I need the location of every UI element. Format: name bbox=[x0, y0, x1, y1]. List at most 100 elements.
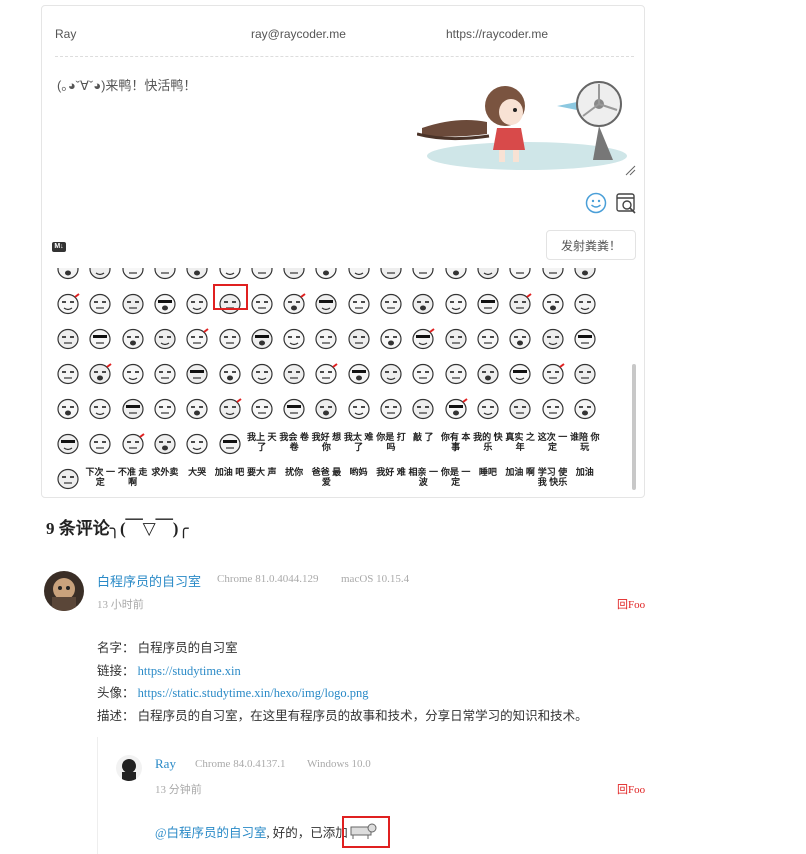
comment-textarea[interactable]: (｡◕ˇ∀ˇ◕)来鸭！快活鸭！ bbox=[57, 75, 196, 94]
emoji-text-sticker[interactable]: 爸爸 最爱 bbox=[311, 467, 342, 491]
emoji-face-icon[interactable] bbox=[410, 363, 436, 385]
resize-handle-icon[interactable] bbox=[624, 164, 636, 176]
logo-link[interactable]: https://static.studytime.xin/hexo/img/lo… bbox=[138, 686, 369, 700]
emoji-face-icon[interactable] bbox=[217, 328, 243, 350]
emoji-face-icon[interactable] bbox=[87, 363, 113, 385]
emoji-text-sticker[interactable]: 哟妈 bbox=[344, 467, 374, 491]
emoji-face-icon[interactable] bbox=[281, 398, 307, 420]
emoji-face-icon[interactable] bbox=[507, 268, 533, 280]
emoji-face-icon[interactable] bbox=[55, 433, 81, 455]
emoji-face-icon[interactable] bbox=[410, 328, 436, 350]
emoji-face-icon[interactable] bbox=[281, 268, 307, 280]
emoji-face-icon[interactable] bbox=[346, 268, 372, 280]
emoji-face-icon[interactable] bbox=[410, 293, 436, 315]
emoji-face-icon[interactable] bbox=[313, 293, 339, 315]
emoji-face-icon[interactable] bbox=[120, 328, 146, 350]
email-input[interactable] bbox=[251, 20, 431, 48]
emoji-face-icon[interactable] bbox=[184, 398, 210, 420]
emoji-text-sticker[interactable]: 我好 想你 bbox=[311, 432, 342, 456]
emoji-face-icon[interactable] bbox=[87, 398, 113, 420]
mention-link[interactable]: @白程序员的自习室 bbox=[155, 826, 267, 840]
emoji-face-icon[interactable] bbox=[120, 293, 146, 315]
emoji-face-icon[interactable] bbox=[507, 328, 533, 350]
emoji-face-icon[interactable] bbox=[249, 328, 275, 350]
emoji-face-icon[interactable] bbox=[249, 363, 275, 385]
emoji-text-sticker[interactable]: 我的 快乐 bbox=[473, 432, 503, 456]
emoji-face-icon[interactable] bbox=[443, 268, 469, 280]
emoji-face-icon[interactable] bbox=[378, 363, 404, 385]
emoji-text-sticker[interactable]: 我上 天了 bbox=[247, 432, 277, 456]
emoji-text-sticker[interactable]: 你是 一定 bbox=[441, 467, 471, 491]
emoji-text-sticker[interactable]: 谁陪 你玩 bbox=[570, 432, 600, 456]
emoji-face-icon[interactable] bbox=[572, 363, 598, 385]
emoji-text-sticker[interactable]: 加油 吧 bbox=[215, 467, 245, 491]
emoji-picker-icon[interactable] bbox=[585, 192, 607, 214]
emoji-face-icon[interactable] bbox=[378, 328, 404, 350]
emoji-text-sticker[interactable]: 要大 声 bbox=[247, 467, 277, 491]
emoji-face-icon[interactable] bbox=[378, 293, 404, 315]
emoji-face-icon[interactable] bbox=[443, 328, 469, 350]
emoji-text-sticker[interactable]: 扰你 bbox=[279, 467, 309, 491]
emoji-text-sticker[interactable]: 我太 难了 bbox=[344, 432, 374, 456]
emoji-face-icon[interactable] bbox=[217, 433, 243, 455]
emoji-face-icon[interactable] bbox=[249, 293, 275, 315]
emoji-text-sticker[interactable]: 我会 卷卷 bbox=[279, 432, 309, 456]
emoji-face-icon[interactable] bbox=[313, 398, 339, 420]
emoji-face-icon[interactable] bbox=[475, 293, 501, 315]
reply-button[interactable]: 回Foo bbox=[617, 781, 645, 797]
emoji-face-icon[interactable] bbox=[475, 328, 501, 350]
emoji-face-icon[interactable] bbox=[120, 363, 146, 385]
emoji-face-icon[interactable] bbox=[443, 363, 469, 385]
emoji-face-icon[interactable] bbox=[346, 328, 372, 350]
emoji-text-sticker[interactable]: 我好 难 bbox=[376, 467, 406, 491]
emoji-face-icon[interactable] bbox=[281, 293, 307, 315]
emoji-face-icon[interactable] bbox=[346, 398, 372, 420]
emoji-face-icon[interactable] bbox=[249, 398, 275, 420]
emoji-face-icon[interactable] bbox=[540, 268, 566, 280]
emoji-face-icon[interactable] bbox=[572, 268, 598, 280]
emoji-face-icon[interactable] bbox=[475, 268, 501, 280]
emoji-face-icon[interactable] bbox=[507, 398, 533, 420]
emoji-face-icon[interactable] bbox=[313, 268, 339, 280]
emoji-face-icon[interactable] bbox=[152, 293, 178, 315]
emoji-face-icon[interactable] bbox=[378, 398, 404, 420]
emoji-face-icon[interactable] bbox=[475, 398, 501, 420]
emoji-face-icon[interactable] bbox=[540, 363, 566, 385]
nickname-input[interactable] bbox=[55, 20, 235, 48]
emoji-text-sticker[interactable]: 学习 使我 快乐 bbox=[538, 467, 568, 491]
emoji-face-icon[interactable] bbox=[120, 433, 146, 455]
emoji-text-sticker[interactable]: 真实 之年 bbox=[505, 432, 535, 456]
emoji-face-icon[interactable] bbox=[313, 363, 339, 385]
emoji-face-icon[interactable] bbox=[281, 328, 307, 350]
emoji-face-icon[interactable] bbox=[217, 363, 243, 385]
emoji-face-icon[interactable] bbox=[572, 293, 598, 315]
emoji-face-icon[interactable] bbox=[410, 268, 436, 280]
emoji-text-sticker[interactable]: 你是 打吗 bbox=[376, 432, 406, 456]
emoji-face-icon[interactable] bbox=[346, 363, 372, 385]
emoji-face-icon[interactable] bbox=[249, 268, 275, 280]
emoji-face-icon[interactable] bbox=[443, 293, 469, 315]
website-input[interactable] bbox=[446, 20, 646, 48]
emoji-face-icon[interactable] bbox=[87, 433, 113, 455]
preview-icon[interactable] bbox=[615, 192, 637, 214]
emoji-face-icon[interactable] bbox=[87, 328, 113, 350]
emoji-face-icon[interactable] bbox=[507, 293, 533, 315]
emoji-text-sticker[interactable]: 加油 啊 bbox=[505, 467, 535, 491]
emoji-face-icon[interactable] bbox=[540, 398, 566, 420]
emoji-face-icon[interactable] bbox=[55, 293, 81, 315]
emoji-face-icon[interactable] bbox=[55, 398, 81, 420]
emoji-face-icon[interactable] bbox=[184, 293, 210, 315]
emoji-text-sticker[interactable]: 睡吧 bbox=[473, 467, 503, 491]
emoji-face-icon[interactable] bbox=[507, 363, 533, 385]
emoji-face-icon[interactable] bbox=[572, 328, 598, 350]
emoji-face-icon[interactable] bbox=[152, 398, 178, 420]
emoji-face-icon[interactable] bbox=[540, 328, 566, 350]
emoji-face-icon[interactable] bbox=[217, 293, 243, 315]
emoji-face-icon[interactable] bbox=[346, 293, 372, 315]
emoji-face-icon[interactable] bbox=[55, 468, 81, 490]
emoji-face-icon[interactable] bbox=[184, 268, 210, 280]
emoji-face-icon[interactable] bbox=[152, 268, 178, 280]
emoji-face-icon[interactable] bbox=[572, 398, 598, 420]
emoji-text-sticker[interactable]: 求外卖 bbox=[150, 467, 180, 491]
emoji-scrollbar[interactable] bbox=[632, 364, 636, 490]
